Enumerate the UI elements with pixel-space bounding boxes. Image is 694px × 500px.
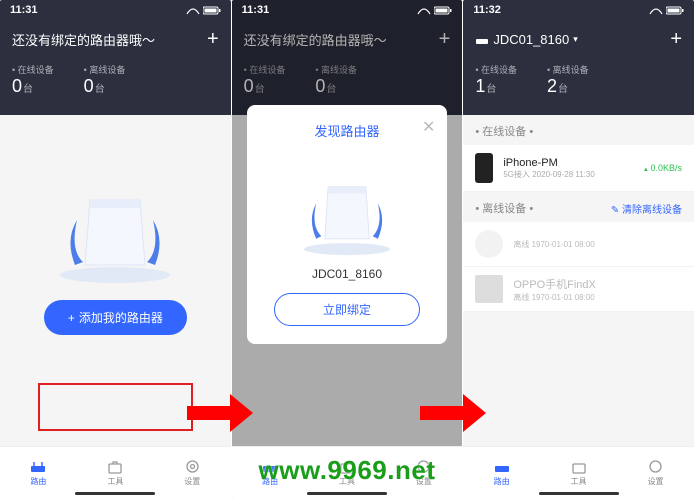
tools-tab-icon <box>106 459 124 475</box>
tab-tools[interactable]: 工具 <box>570 459 588 487</box>
modal-title: 发现路由器 <box>261 121 434 140</box>
status-bar: 11:32 <box>463 0 694 20</box>
header-title-row: 还没有绑定的路由器哦～ + <box>0 20 231 59</box>
header-title-row: JDC01_8160 ▾ + <box>463 20 694 59</box>
bind-button[interactable]: 立即绑定 <box>274 293 420 326</box>
status-time: 11:31 <box>10 4 38 16</box>
add-router-button[interactable]: + 添加我的路由器 <box>44 300 187 335</box>
button-label: 添加我的路由器 <box>79 309 163 326</box>
status-icons <box>417 6 452 15</box>
settings-tab-icon <box>183 459 201 475</box>
add-button[interactable]: + <box>670 28 682 51</box>
tab-label: 设置 <box>184 476 200 487</box>
stat-label: 在线设备 <box>12 63 54 76</box>
device-name: OPPO手机FindX <box>513 276 682 292</box>
tab-label: 工具 <box>107 476 123 487</box>
device-subtext: 离线 1970-01-01 08:00 <box>513 292 682 303</box>
device-row-offline[interactable]: OPPO手机FindX 离线 1970-01-01 08:00 <box>463 267 694 312</box>
status-icons <box>649 6 684 15</box>
screen-3: 11:32 JDC01_8160 ▾ + 在线设备 1台 <box>463 0 694 498</box>
stat-value: 0 <box>12 76 22 96</box>
stat-online: 在线设备 1台 <box>475 63 517 97</box>
tools-tab-icon <box>570 459 588 475</box>
watermark: www.9969.net <box>259 455 436 486</box>
empty-illustration: + 添加我的路由器 <box>0 115 231 355</box>
device-row-offline[interactable]: 离线 1970-01-01 08:00 <box>463 222 694 267</box>
device-name: JDC01_8160 <box>261 267 434 281</box>
offline-section-header: • 离线设备 • ✎ 清除离线设备 <box>463 192 694 222</box>
stat-label: 离线设备 <box>84 63 126 76</box>
header: 11:32 JDC01_8160 ▾ + 在线设备 1台 <box>463 0 694 115</box>
status-time: 11:32 <box>473 4 501 16</box>
router-mini-icon <box>475 34 489 46</box>
device-subtext: 离线 1970-01-01 08:00 <box>513 239 682 250</box>
stat-offline: 离线设备 2台 <box>547 63 589 97</box>
content: + 添加我的路由器 <box>0 115 231 355</box>
stat-value: 0 <box>84 76 94 96</box>
header: 11:31 还没有绑定的路由器哦～ + 在线设备 0台 离线设备 0台 <box>0 0 231 115</box>
router-icon <box>45 170 185 290</box>
page-title: 还没有绑定的路由器哦～ <box>12 30 155 49</box>
home-indicator <box>75 492 155 495</box>
close-icon[interactable]: ✕ <box>422 117 435 137</box>
tab-settings[interactable]: 设置 <box>647 459 665 487</box>
stat-online: 在线设备 0台 <box>12 63 54 97</box>
highlight-box <box>38 383 193 431</box>
home-indicator <box>307 492 387 495</box>
flow-arrow-2 <box>418 390 488 436</box>
tab-bar: 路由 工具 设置 <box>0 446 231 498</box>
router-name: JDC01_8160 <box>493 32 569 47</box>
online-section-header: • 在线设备 • <box>463 115 694 145</box>
stat-offline: 离线设备 0台 <box>84 63 126 97</box>
phone-icon <box>475 275 503 303</box>
tab-tools[interactable]: 工具 <box>106 459 124 487</box>
tab-label: 路由 <box>30 476 46 487</box>
home-indicator <box>539 492 619 495</box>
chevron-down-icon: ▾ <box>573 34 578 45</box>
router-selector[interactable]: JDC01_8160 ▾ <box>475 32 577 47</box>
stats-row: 在线设备 1台 离线设备 2台 <box>463 59 694 105</box>
discover-modal: ✕ 发现路由器 JDC01_8160 立即绑定 <box>247 105 448 344</box>
device-subtext: 5G接入 2020-09-28 11:30 <box>503 169 633 180</box>
status-bar: 11:31 <box>0 0 231 20</box>
status-bar: 11:31 <box>232 0 463 20</box>
flow-arrow-1 <box>185 390 255 436</box>
device-row-online[interactable]: iPhone-PM 5G接入 2020-09-28 11:30 0.0KB/s <box>463 145 694 192</box>
stats-row: 在线设备 0台 离线设备 0台 <box>0 59 231 105</box>
router-icon <box>287 158 407 263</box>
tab-router[interactable]: 路由 <box>493 459 511 487</box>
clear-offline-link[interactable]: ✎ 清除离线设备 <box>611 201 682 216</box>
tab-router[interactable]: 路由 <box>29 459 47 487</box>
status-time: 11:31 <box>242 4 270 16</box>
device-rate: 0.0KB/s <box>643 163 682 173</box>
tab-settings[interactable]: 设置 <box>183 459 201 487</box>
add-button[interactable]: + <box>207 28 219 51</box>
plus-icon: + <box>68 311 75 325</box>
tab-bar: 路由 工具 设置 <box>463 446 694 498</box>
status-icons <box>186 6 221 15</box>
settings-tab-icon <box>647 459 665 475</box>
unknown-device-icon <box>475 230 503 258</box>
router-tab-icon <box>493 459 511 475</box>
phone-icon <box>475 153 493 183</box>
device-name: iPhone-PM <box>503 157 633 169</box>
router-tab-icon <box>29 459 47 475</box>
